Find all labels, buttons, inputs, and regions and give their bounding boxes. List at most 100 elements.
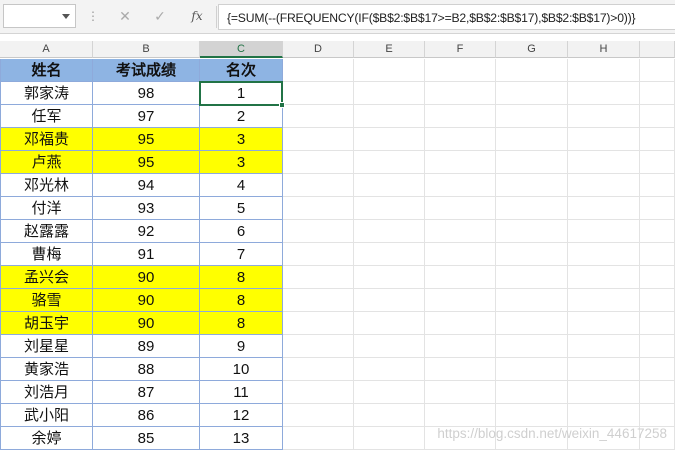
- column-header-b[interactable]: B: [93, 41, 200, 58]
- empty-cell[interactable]: [425, 128, 496, 151]
- empty-cell[interactable]: [283, 358, 354, 381]
- empty-cell[interactable]: [640, 59, 675, 82]
- formula-input[interactable]: {=SUM(--(FREQUENCY(IF($B$2:$B$17>=B2,$B$…: [218, 4, 675, 30]
- name-box[interactable]: [3, 4, 76, 28]
- score-cell[interactable]: 98: [93, 82, 200, 105]
- enter-icon[interactable]: ✓: [149, 6, 171, 26]
- name-cell[interactable]: 骆雪: [0, 289, 93, 312]
- header-cell-rank[interactable]: 名次: [200, 59, 283, 82]
- empty-cell[interactable]: [354, 105, 425, 128]
- empty-cell[interactable]: [354, 59, 425, 82]
- column-header-c[interactable]: C: [200, 41, 283, 58]
- empty-cell[interactable]: [425, 59, 496, 82]
- rank-cell[interactable]: 10: [200, 358, 283, 381]
- name-cell[interactable]: 郭家涛: [0, 82, 93, 105]
- empty-cell[interactable]: [568, 243, 640, 266]
- empty-cell[interactable]: [640, 381, 675, 404]
- empty-cell[interactable]: [354, 266, 425, 289]
- header-cell-score[interactable]: 考试成绩: [93, 59, 200, 82]
- score-cell[interactable]: 95: [93, 151, 200, 174]
- score-cell[interactable]: 93: [93, 197, 200, 220]
- empty-cell[interactable]: [640, 358, 675, 381]
- name-cell[interactable]: 邓福贵: [0, 128, 93, 151]
- empty-cell[interactable]: [640, 404, 675, 427]
- empty-cell[interactable]: [425, 151, 496, 174]
- empty-cell[interactable]: [568, 128, 640, 151]
- rank-cell[interactable]: 5: [200, 197, 283, 220]
- empty-cell[interactable]: [354, 312, 425, 335]
- name-cell[interactable]: 卢燕: [0, 151, 93, 174]
- column-header-h[interactable]: H: [568, 41, 640, 58]
- empty-cell[interactable]: [425, 404, 496, 427]
- empty-cell[interactable]: [425, 105, 496, 128]
- drag-handle-icon[interactable]: ⋮: [87, 10, 99, 22]
- score-cell[interactable]: 97: [93, 105, 200, 128]
- column-header-g[interactable]: G: [496, 41, 568, 58]
- empty-cell[interactable]: [283, 335, 354, 358]
- empty-cell[interactable]: [425, 220, 496, 243]
- score-cell[interactable]: 87: [93, 381, 200, 404]
- column-header-e[interactable]: E: [354, 41, 425, 58]
- name-cell[interactable]: 黄家浩: [0, 358, 93, 381]
- rank-cell[interactable]: 8: [200, 266, 283, 289]
- empty-cell[interactable]: [568, 289, 640, 312]
- empty-cell[interactable]: [354, 151, 425, 174]
- empty-cell[interactable]: [283, 197, 354, 220]
- empty-cell[interactable]: [354, 197, 425, 220]
- score-cell[interactable]: 92: [93, 220, 200, 243]
- score-cell[interactable]: 90: [93, 312, 200, 335]
- empty-cell[interactable]: [425, 266, 496, 289]
- empty-cell[interactable]: [568, 381, 640, 404]
- rank-cell[interactable]: 8: [200, 289, 283, 312]
- empty-cell[interactable]: [496, 404, 568, 427]
- empty-cell[interactable]: [283, 151, 354, 174]
- empty-cell[interactable]: [425, 289, 496, 312]
- rank-cell[interactable]: 9: [200, 335, 283, 358]
- empty-cell[interactable]: [640, 243, 675, 266]
- empty-cell[interactable]: [640, 128, 675, 151]
- empty-cell[interactable]: [425, 312, 496, 335]
- name-cell[interactable]: 赵露露: [0, 220, 93, 243]
- empty-cell[interactable]: [496, 243, 568, 266]
- empty-cell[interactable]: [568, 59, 640, 82]
- empty-cell[interactable]: [283, 82, 354, 105]
- empty-cell[interactable]: [425, 174, 496, 197]
- name-cell[interactable]: 任军: [0, 105, 93, 128]
- score-cell[interactable]: 90: [93, 266, 200, 289]
- name-cell[interactable]: 曹梅: [0, 243, 93, 266]
- empty-cell[interactable]: [640, 82, 675, 105]
- empty-cell[interactable]: [283, 174, 354, 197]
- empty-cell[interactable]: [640, 105, 675, 128]
- empty-cell[interactable]: [640, 174, 675, 197]
- empty-cell[interactable]: [425, 197, 496, 220]
- empty-cell[interactable]: [640, 335, 675, 358]
- empty-cell[interactable]: [354, 128, 425, 151]
- score-cell[interactable]: 89: [93, 335, 200, 358]
- empty-cell[interactable]: [354, 243, 425, 266]
- empty-cell[interactable]: [568, 105, 640, 128]
- empty-cell[interactable]: [568, 151, 640, 174]
- cancel-icon[interactable]: ✕: [114, 6, 136, 26]
- empty-cell[interactable]: [283, 128, 354, 151]
- empty-cell[interactable]: [283, 243, 354, 266]
- empty-cell[interactable]: [283, 381, 354, 404]
- empty-cell[interactable]: [568, 312, 640, 335]
- empty-cell[interactable]: [283, 404, 354, 427]
- rank-cell[interactable]: 12: [200, 404, 283, 427]
- rank-cell[interactable]: 7: [200, 243, 283, 266]
- empty-cell[interactable]: [354, 289, 425, 312]
- empty-cell[interactable]: [425, 335, 496, 358]
- empty-cell[interactable]: [425, 381, 496, 404]
- empty-cell[interactable]: [354, 427, 425, 450]
- empty-cell[interactable]: [354, 358, 425, 381]
- name-cell[interactable]: 胡玉宇: [0, 312, 93, 335]
- empty-cell[interactable]: [354, 381, 425, 404]
- name-cell[interactable]: 刘浩月: [0, 381, 93, 404]
- empty-cell[interactable]: [283, 266, 354, 289]
- empty-cell[interactable]: [425, 243, 496, 266]
- rank-cell[interactable]: 3: [200, 128, 283, 151]
- empty-cell[interactable]: [354, 82, 425, 105]
- empty-cell[interactable]: [283, 312, 354, 335]
- empty-cell[interactable]: [354, 335, 425, 358]
- empty-cell[interactable]: [354, 174, 425, 197]
